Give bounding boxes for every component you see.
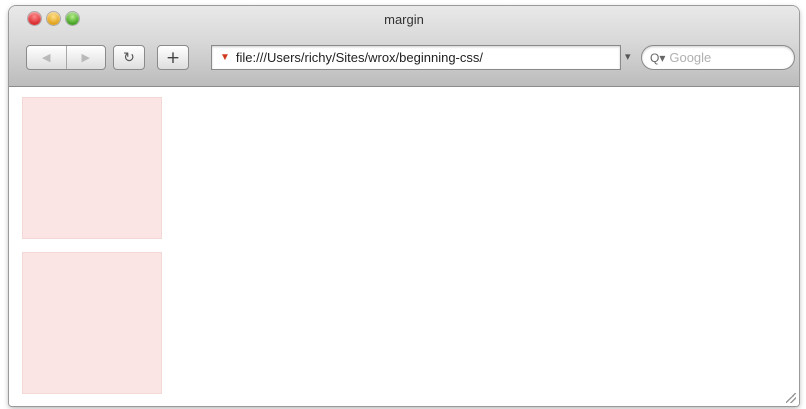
search-icon: Q▾ — [650, 50, 666, 65]
page-content — [9, 87, 799, 406]
forward-arrow-icon: ▶ — [81, 51, 90, 64]
address-dropdown-icon[interactable]: ▾ — [625, 50, 631, 63]
pink-box — [22, 97, 162, 239]
search-placeholder: Google — [669, 50, 712, 65]
reload-icon: ↻ — [123, 49, 135, 66]
search-input[interactable]: Q▾ Google — [641, 45, 795, 70]
forward-button[interactable]: ▶ — [66, 46, 105, 69]
address-text: file:///Users/richy/Sites/wrox/beginning… — [235, 50, 483, 65]
plus-icon: + — [165, 47, 181, 68]
reload-button[interactable]: ↻ — [113, 45, 145, 70]
back-forward-buttons: ◀ ▶ — [26, 45, 106, 70]
browser-toolbar: margin ◀ ▶ ↻ + ▼ file:///Users/richy/Sit… — [9, 6, 799, 87]
file-favicon-icon: ▼ — [220, 52, 230, 63]
address-field[interactable]: ▼ file:///Users/richy/Sites/wrox/beginni… — [211, 45, 621, 70]
add-bookmark-button[interactable]: + — [157, 45, 189, 70]
pink-box — [22, 252, 162, 394]
resize-grip-icon[interactable] — [786, 393, 796, 403]
back-arrow-icon: ◀ — [42, 51, 51, 64]
browser-window: margin ◀ ▶ ↻ + ▼ file:///Users/richy/Sit… — [9, 6, 799, 406]
back-button[interactable]: ◀ — [27, 46, 66, 69]
window-title: margin — [384, 12, 424, 27]
